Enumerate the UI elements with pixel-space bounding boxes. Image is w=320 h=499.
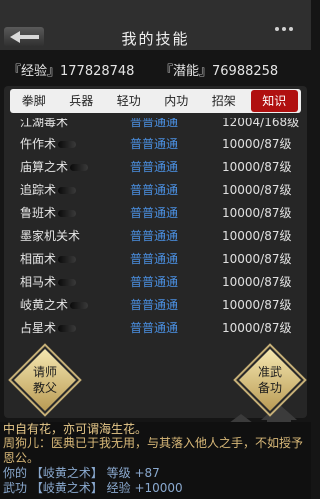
skill-value: 10000/87级 [222,160,292,174]
skill-row[interactable]: 江湖毒术 普普通通 12004/168级 [10,118,300,133]
skill-level: 普普通通 [130,252,179,266]
skill-value: 10000/87级 [222,206,292,220]
skill-row[interactable]: 占星术 普普通通 10000/87级 [10,317,300,339]
skill-value: 10000/87级 [222,229,292,243]
category-tabs: 拳脚 兵器 轻功 内功 招架 知识 [10,89,301,113]
skill-name: 江湖毒术 [20,118,69,129]
skill-name: 仵作术 [20,135,77,152]
skill-row[interactable]: 相马术 普普通通 10000/87级 [10,271,300,293]
skill-name: 相面术 [20,250,77,267]
skill-row[interactable]: 相面术 普普通通 10000/87级 [10,248,300,270]
skill-name: 占星术 [20,319,77,336]
skill-name-text: 岐黄之术 [20,298,69,312]
log-line: 你的 【岐黄之术】 等级 +87 [3,466,160,480]
ink-stroke [58,256,77,263]
ink-stroke [58,325,77,332]
skill-name: 庙算之术 [20,158,89,175]
more-icon[interactable] [275,16,299,31]
skill-row[interactable]: 追踪术 普普通通 10000/87级 [10,179,300,201]
skill-name-text: 占星术 [20,321,57,335]
skill-value: 12004/168级 [222,118,300,129]
message-log: 中自有花，亦可谓海生花。 周狗儿：医典已于我无用，与其落入他人之手，不如授予恩公… [0,422,311,499]
skill-row[interactable]: 岐黄之术 普普通通 10000/87级 [10,294,300,316]
ink-stroke [58,279,77,286]
ink-stroke [58,141,77,148]
skill-name-text: 庙算之术 [20,160,69,174]
skill-name: 鲁班术 [20,204,77,221]
skill-value: 10000/87级 [222,321,292,335]
skill-name-text: 相面术 [20,252,57,266]
tab-quanjiao[interactable]: 拳脚 [10,90,58,112]
tab-zhaojia[interactable]: 招架 [200,90,248,112]
potential-value: 『潜能』76988258 [160,64,279,79]
title-bar: 我的技能 [0,0,311,50]
skill-level: 普普通通 [130,118,179,129]
ink-stroke [58,210,77,217]
skill-value: 10000/87级 [222,252,292,266]
skill-level: 普普通通 [130,321,179,335]
skill-name: 相马术 [20,273,77,290]
skill-row[interactable]: 庙算之术 普普通通 10000/87级 [10,156,300,178]
skill-row[interactable]: 仵作术 普普通通 10000/87级 [10,133,300,155]
log-line: 武功 【岐黄之术】 经验 +10000 [3,481,183,495]
skill-name-text: 鲁班术 [20,206,57,220]
tab-qinggong[interactable]: 轻功 [105,90,153,112]
skill-value: 10000/87级 [222,183,292,197]
skill-value: 10000/87级 [222,275,292,289]
prepare-button-label: 准武 备功 [257,365,282,395]
skill-level: 普普通通 [130,229,179,243]
skill-level: 普普通通 [130,160,179,174]
ink-stroke [70,164,89,171]
tab-zhishi[interactable]: 知识 [250,90,298,112]
skill-level: 普普通通 [130,137,179,151]
skill-row[interactable]: 墨家机关术 普普通通 10000/87级 [10,225,300,247]
stats-bar: 『经验』177828748 『潜能』76988258 [0,58,311,82]
log-line: 中自有花，亦可谓海生花。 [3,422,148,436]
skill-value: 10000/87级 [222,137,292,151]
ink-stroke [58,187,77,194]
skill-name: 追踪术 [20,181,77,198]
experience-value: 『经验』177828748 [8,64,135,79]
skill-level: 普普通通 [130,298,179,312]
skill-list[interactable]: 江湖毒术 普普通通 12004/168级 仵作术 普普通通 10000/87级 … [10,118,300,350]
log-line: 周狗儿：医典已于我无用，与其落入他人之手，不如授予恩公。 [3,436,304,465]
skill-name-text: 相马术 [20,275,57,289]
skill-name-text: 追踪术 [20,183,57,197]
ink-stroke [70,302,89,309]
skill-level: 普普通通 [130,206,179,220]
skill-name: 墨家机关术 [20,229,81,243]
page-title: 我的技能 [121,30,190,48]
tab-bingqi[interactable]: 兵器 [58,90,106,112]
skill-name: 岐黄之术 [20,296,89,313]
skill-name-text: 仵作术 [20,137,57,151]
skill-level: 普普通通 [130,275,179,289]
teach-button-label: 请师 教父 [32,365,57,395]
skill-row[interactable]: 鲁班术 普普通通 10000/87级 [10,202,300,224]
skill-value: 10000/87级 [222,298,292,312]
skill-level: 普普通通 [130,183,179,197]
tab-neigong[interactable]: 内功 [153,90,201,112]
